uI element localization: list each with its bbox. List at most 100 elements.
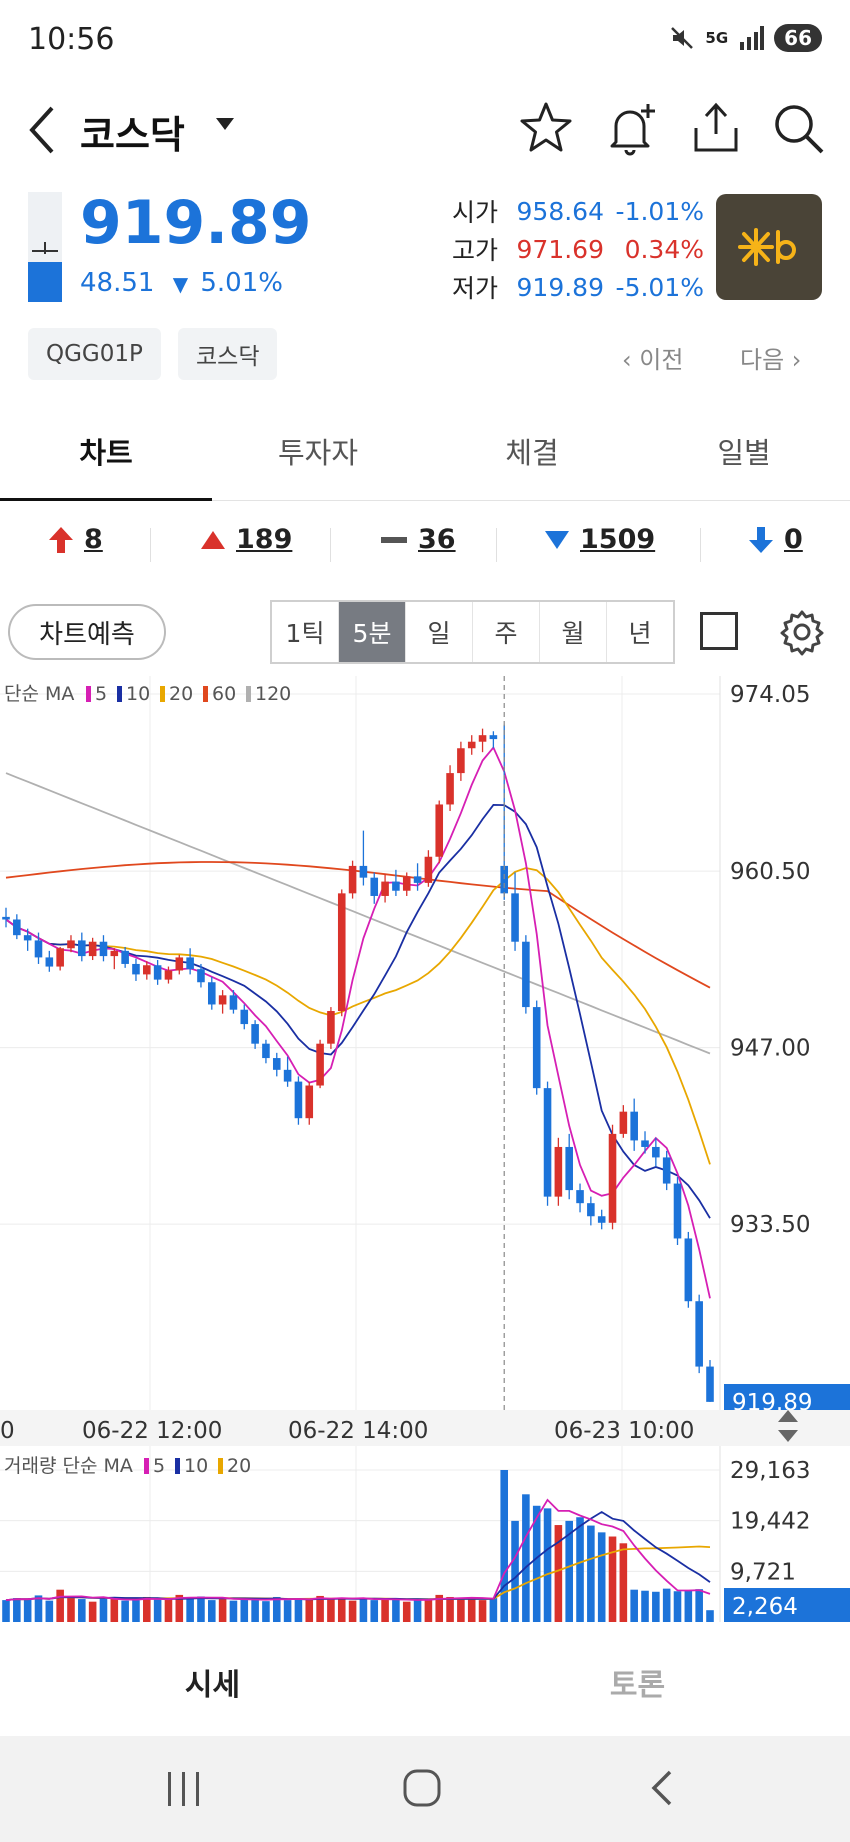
mute-icon [671, 27, 694, 49]
active-tab-underline [0, 498, 212, 501]
volume-bar [262, 1601, 270, 1622]
back-nav-icon[interactable] [648, 1768, 678, 1808]
period-year[interactable]: 년 [607, 602, 673, 662]
chip-code[interactable]: QGG01P [28, 328, 161, 380]
upper-limit-count[interactable]: 8 [48, 524, 103, 555]
period-selector: 1틱 5분 일 주 월 년 [270, 600, 675, 664]
next-label: 다음 [740, 346, 785, 374]
volume-bar [23, 1599, 32, 1622]
tab-daily[interactable]: 일별 [638, 430, 850, 472]
legend-ma-20: 20 [169, 683, 193, 705]
tab-quote[interactable]: 시세 [0, 1660, 425, 1704]
volume-bar [45, 1600, 54, 1622]
candle [641, 1140, 649, 1147]
candle [370, 877, 379, 896]
tab-discussion[interactable]: 토론 [425, 1660, 850, 1704]
volume-bar [446, 1596, 454, 1622]
volume-bar [283, 1600, 292, 1622]
candle [576, 1190, 584, 1204]
candle [229, 995, 238, 1010]
volume-bar [186, 1598, 194, 1622]
volume-bar [706, 1610, 714, 1622]
rise-triangle-icon [201, 530, 225, 549]
fall-value: 1509 [580, 524, 656, 555]
candle [34, 940, 43, 958]
gear-icon[interactable] [778, 608, 826, 656]
volume-bar [381, 1599, 389, 1622]
fall-count[interactable]: 1509 [544, 524, 655, 555]
share-icon[interactable] [688, 100, 744, 156]
x-tick-label: 0 [0, 1418, 15, 1444]
legend-swatch [117, 686, 122, 702]
candle [283, 1069, 292, 1082]
tab-investor[interactable]: 투자자 [212, 430, 424, 472]
volume-legend-ma-20: 20 [227, 1455, 251, 1477]
home-icon[interactable] [402, 1768, 442, 1808]
tab-chart[interactable]: 차트 [0, 430, 212, 472]
candle [67, 940, 75, 949]
price-chart[interactable]: 974.05 960.50 947.00 933.50 단순 MA 5 10 20 60 120 9… [0, 676, 850, 1626]
chart-toolbar: 차트예측 1틱 5분 일 주 월 년 [0, 600, 850, 668]
volume-tick-label: 29,163 [730, 1458, 810, 1484]
volume-bar [272, 1596, 281, 1622]
high-value: 971.69 [516, 234, 604, 264]
page-title[interactable]: 코스닥 [80, 104, 185, 159]
candle [56, 948, 64, 967]
legend-swatch [160, 686, 165, 702]
rise-value: 189 [236, 524, 293, 555]
candle [446, 773, 454, 805]
tab-bar: 차트 투자자 체결 일별 [0, 412, 850, 501]
ma60-line [5, 861, 711, 989]
lower-limit-count[interactable]: 0 [748, 524, 803, 555]
system-nav-bar [0, 1736, 850, 1842]
volume-bar [511, 1520, 519, 1622]
ma5-line [5, 745, 711, 1299]
search-icon[interactable] [770, 100, 826, 156]
candle [424, 856, 433, 883]
volume-bar [99, 1598, 108, 1622]
kb-logo-icon [738, 228, 797, 266]
next-button[interactable]: 다음 › [740, 340, 801, 375]
unchanged-count[interactable]: 36 [380, 524, 456, 555]
fullscreen-square-icon[interactable] [700, 612, 738, 650]
candle [23, 935, 32, 941]
volume-bar [78, 1599, 86, 1622]
period-month[interactable]: 월 [540, 602, 607, 662]
candle [532, 1007, 541, 1089]
back-arrow-icon[interactable] [26, 102, 60, 158]
bottom-tab-bar: 시세 토론 [0, 1626, 850, 1734]
favorite-star-icon[interactable] [518, 100, 574, 156]
recent-apps-icon[interactable] [164, 1770, 204, 1808]
candle [402, 876, 411, 891]
volume-bar [467, 1598, 476, 1622]
lower-limit-value: 0 [784, 524, 803, 555]
candle [348, 865, 357, 894]
volume-bar [392, 1598, 400, 1622]
period-5min[interactable]: 5분 [339, 602, 406, 662]
upper-limit-arrow-icon [49, 526, 73, 553]
legend-ma-60: 60 [212, 683, 236, 705]
rise-count[interactable]: 189 [200, 524, 292, 555]
x-tick-label: 06-22 12:00 [82, 1418, 222, 1444]
volume-bar [597, 1532, 606, 1622]
network-label: 5G [705, 29, 729, 47]
volume-bar [67, 1596, 75, 1622]
open-label: 시가 [452, 198, 499, 227]
candle [597, 1216, 606, 1223]
chip-market[interactable]: 코스닥 [178, 328, 278, 380]
period-week[interactable]: 주 [473, 602, 540, 662]
tab-trades[interactable]: 체결 [426, 430, 638, 472]
candle [381, 881, 389, 896]
alarm-add-icon[interactable] [604, 100, 660, 158]
period-day[interactable]: 일 [406, 602, 473, 662]
candle [684, 1238, 693, 1302]
candle [695, 1301, 703, 1367]
volume-bar [457, 1599, 465, 1622]
chart-predict-button[interactable]: 차트예측 [8, 604, 166, 660]
price-tick-label: 974.05 [730, 682, 810, 708]
price-range-fill [28, 262, 62, 302]
prev-button[interactable]: ‹ 이전 [622, 340, 683, 375]
volume-bar [218, 1599, 227, 1622]
period-tick[interactable]: 1틱 [272, 602, 339, 662]
title-dropdown-caret-icon[interactable] [216, 118, 234, 130]
